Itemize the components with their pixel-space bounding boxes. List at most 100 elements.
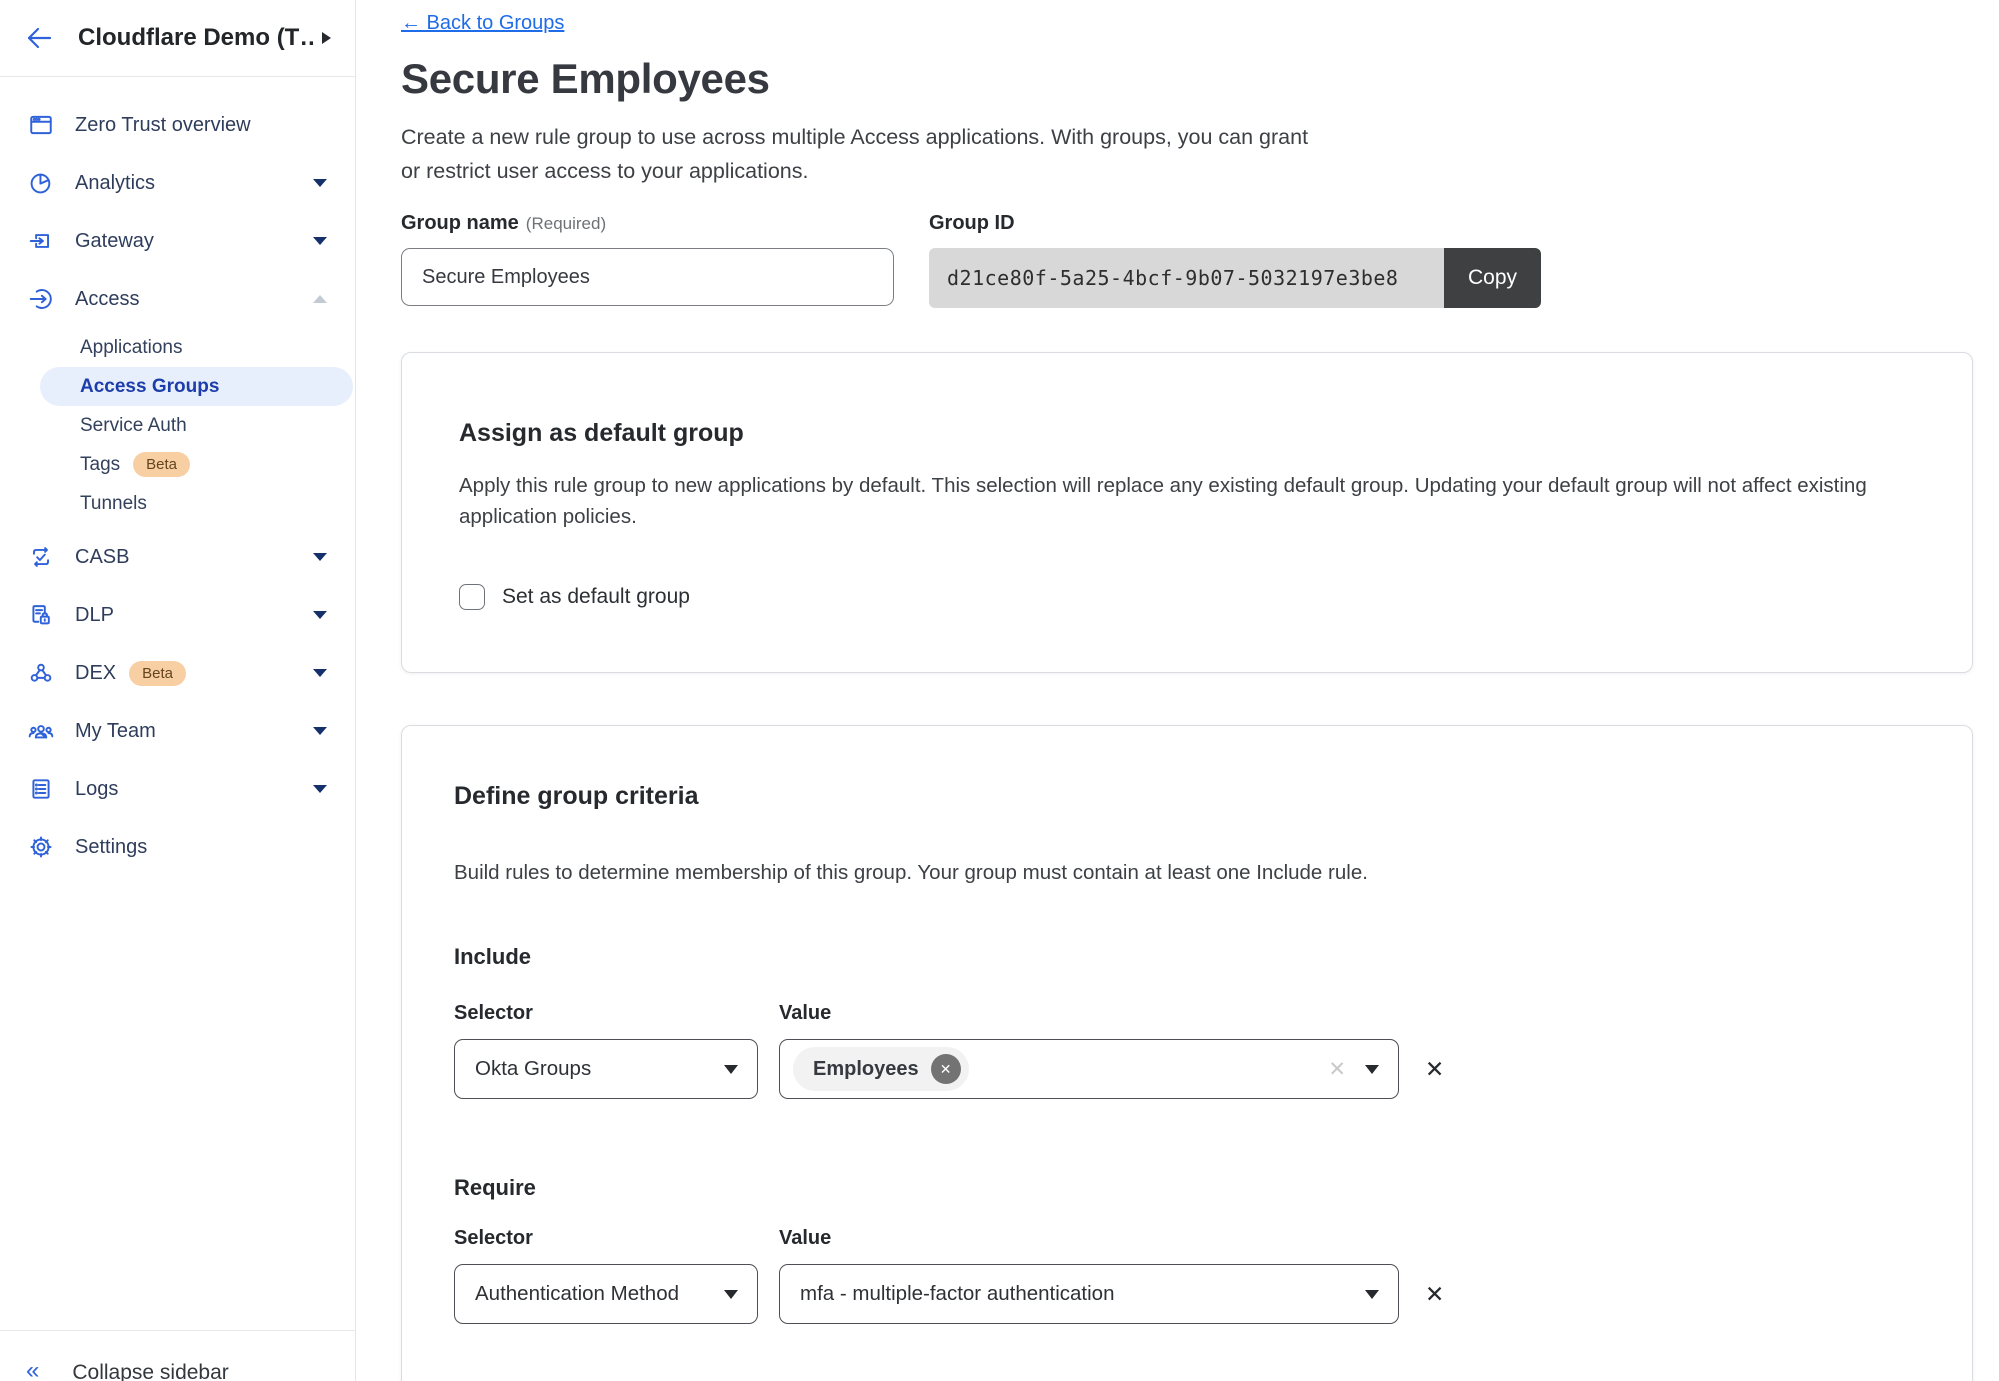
sidebar-item-tags[interactable]: Tags Beta bbox=[40, 445, 353, 484]
sidebar-item-label: Analytics bbox=[75, 172, 155, 195]
group-name-input[interactable] bbox=[401, 248, 894, 306]
sidebar-subitem-label: Tags bbox=[80, 454, 120, 476]
access-icon bbox=[26, 285, 56, 313]
sidebar-item-logs[interactable]: Logs bbox=[0, 760, 355, 818]
collapse-label: Collapse sidebar bbox=[72, 1361, 228, 1381]
collapse-icon: « bbox=[26, 1361, 39, 1381]
beta-badge: Beta bbox=[133, 452, 190, 477]
sidebar-item-access[interactable]: Access bbox=[0, 270, 355, 328]
require-value-label: Value bbox=[779, 1227, 1399, 1250]
require-selector-dropdown[interactable]: Authentication Method bbox=[454, 1264, 758, 1324]
define-group-criteria-card: Define group criteria Build rules to det… bbox=[401, 725, 1973, 1381]
remove-require-rule-button[interactable]: ✕ bbox=[1425, 1283, 1444, 1306]
window-icon bbox=[26, 111, 56, 139]
sidebar-item-label: Gateway bbox=[75, 230, 154, 253]
chevron-down-icon[interactable] bbox=[313, 669, 327, 677]
group-name-label: Group name(Required) bbox=[401, 212, 894, 235]
chevron-down-icon bbox=[724, 1290, 738, 1299]
require-value: mfa - multiple-factor authentication bbox=[800, 1282, 1114, 1306]
include-selector-label: Selector bbox=[454, 1002, 758, 1025]
sidebar-item-applications[interactable]: Applications bbox=[40, 328, 353, 367]
gateway-icon bbox=[26, 227, 56, 255]
sidebar-item-gateway[interactable]: Gateway bbox=[0, 212, 355, 270]
require-value-dropdown[interactable]: mfa - multiple-factor authentication bbox=[779, 1264, 1399, 1324]
page-title: Secure Employees bbox=[401, 55, 1999, 103]
document-lock-icon bbox=[26, 601, 56, 629]
network-nodes-icon bbox=[26, 659, 56, 687]
clear-values-icon[interactable]: ✕ bbox=[1328, 1057, 1346, 1082]
set-default-group-checkbox[interactable] bbox=[459, 584, 485, 610]
sidebar-item-label: CASB bbox=[75, 546, 129, 569]
back-arrow-icon[interactable] bbox=[26, 27, 52, 49]
sidebar-subitem-label: Applications bbox=[80, 337, 182, 359]
chip-remove-icon[interactable]: ✕ bbox=[931, 1054, 961, 1084]
group-name-id-row: Group name(Required) Group ID d21ce80f-5… bbox=[401, 212, 1999, 308]
define-group-criteria-title: Define group criteria bbox=[454, 782, 1920, 811]
assign-default-group-description: Apply this rule group to new application… bbox=[459, 470, 1915, 532]
sidebar-subitem-label: Service Auth bbox=[80, 415, 187, 437]
include-labels: Selector Value bbox=[454, 1002, 1920, 1025]
team-icon bbox=[26, 717, 56, 745]
require-heading: Require bbox=[454, 1175, 1920, 1201]
include-value-multiselect[interactable]: Employees ✕ ✕ bbox=[779, 1039, 1399, 1099]
sidebar-item-label: Logs bbox=[75, 778, 118, 801]
sidebar-item-dex[interactable]: DEX Beta bbox=[0, 644, 355, 702]
collapse-sidebar-button[interactable]: « Collapse sidebar bbox=[0, 1330, 355, 1381]
access-subnav: Applications Access Groups Service Auth … bbox=[0, 328, 355, 523]
group-id-label: Group ID bbox=[929, 212, 1541, 235]
sidebar-item-zero-trust-overview[interactable]: Zero Trust overview bbox=[0, 96, 355, 154]
set-default-group-row[interactable]: Set as default group bbox=[459, 584, 1915, 610]
chevron-down-icon[interactable] bbox=[313, 727, 327, 735]
sidebar-item-tunnels[interactable]: Tunnels bbox=[40, 484, 353, 523]
include-selector-dropdown[interactable]: Okta Groups bbox=[454, 1039, 758, 1099]
chevron-down-icon[interactable] bbox=[313, 785, 327, 793]
sidebar-item-settings[interactable]: Settings bbox=[0, 818, 355, 876]
sidebar-nav: Zero Trust overview Analytics Gateway bbox=[0, 77, 355, 876]
sidebar-item-service-auth[interactable]: Service Auth bbox=[40, 406, 353, 445]
assign-default-group-card: Assign as default group Apply this rule … bbox=[401, 352, 1973, 673]
chevron-up-icon[interactable] bbox=[313, 295, 327, 303]
main-content: ← Back to Groups Secure Employees Create… bbox=[357, 0, 1999, 1381]
account-title: Cloudflare Demo (T… bbox=[78, 24, 314, 52]
beta-badge: Beta bbox=[129, 661, 186, 686]
gear-icon bbox=[26, 833, 56, 861]
require-labels: Selector Value bbox=[454, 1227, 1920, 1250]
page-description-line2: or restrict user access to your applicat… bbox=[401, 154, 1999, 188]
copy-button[interactable]: Copy bbox=[1444, 248, 1541, 308]
sidebar-item-label: My Team bbox=[75, 720, 156, 743]
chevron-down-icon[interactable] bbox=[313, 179, 327, 187]
required-hint: (Required) bbox=[526, 214, 606, 233]
require-rule-row: Authentication Method mfa - multiple-fac… bbox=[454, 1264, 1920, 1324]
sidebar: Cloudflare Demo (T… Zero Trust overview bbox=[0, 0, 356, 1381]
require-selector-value: Authentication Method bbox=[475, 1282, 679, 1306]
sidebar-item-label: DLP bbox=[75, 604, 114, 627]
sidebar-item-label: Access bbox=[75, 288, 139, 311]
sidebar-item-label: Settings bbox=[75, 836, 147, 859]
sidebar-item-casb[interactable]: CASB bbox=[0, 528, 355, 586]
sidebar-item-dlp[interactable]: DLP bbox=[0, 586, 355, 644]
logs-icon bbox=[26, 775, 56, 803]
chevron-down-icon[interactable] bbox=[313, 237, 327, 245]
group-id-value: d21ce80f-5a25-4bcf-9b07-5032197e3be8 bbox=[929, 248, 1444, 308]
value-chip-label: Employees bbox=[813, 1058, 919, 1081]
sidebar-subitem-label: Tunnels bbox=[80, 493, 147, 515]
sidebar-item-my-team[interactable]: My Team bbox=[0, 702, 355, 760]
chevron-down-icon bbox=[724, 1065, 738, 1074]
require-selector-label: Selector bbox=[454, 1227, 758, 1250]
include-heading: Include bbox=[454, 944, 1920, 970]
remove-include-rule-button[interactable]: ✕ bbox=[1425, 1058, 1444, 1081]
sidebar-item-label: DEX bbox=[75, 662, 116, 685]
sidebar-item-analytics[interactable]: Analytics bbox=[0, 154, 355, 212]
chevron-down-icon bbox=[1365, 1065, 1379, 1074]
set-default-group-label: Set as default group bbox=[502, 585, 690, 609]
sidebar-item-label: Zero Trust overview bbox=[75, 114, 251, 137]
sidebar-item-access-groups[interactable]: Access Groups bbox=[40, 367, 353, 406]
chevron-down-icon[interactable] bbox=[313, 553, 327, 561]
page-description-line1: Create a new rule group to use across mu… bbox=[401, 120, 1999, 154]
sidebar-subitem-label: Access Groups bbox=[80, 376, 219, 398]
casb-icon bbox=[26, 543, 56, 571]
account-expand-icon[interactable] bbox=[322, 32, 331, 44]
chevron-down-icon[interactable] bbox=[313, 611, 327, 619]
include-rule-row: Okta Groups Employees ✕ ✕ ✕ bbox=[454, 1039, 1920, 1099]
back-to-groups-link[interactable]: ← Back to Groups bbox=[401, 12, 564, 35]
